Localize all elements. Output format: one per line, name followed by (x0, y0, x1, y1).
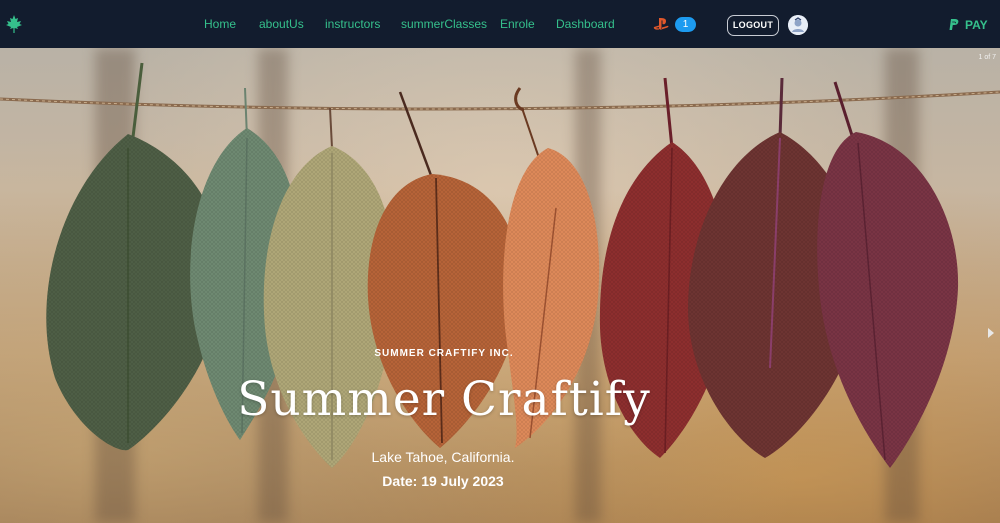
nav-link-home[interactable]: Home (204, 17, 236, 31)
leaf (817, 81, 959, 468)
rope (0, 90, 1000, 111)
user-avatar[interactable] (788, 15, 808, 35)
logout-button[interactable]: LOGOUT (727, 15, 779, 36)
playstation-icon[interactable] (653, 17, 669, 31)
hanging-leaves-image (0, 62, 1000, 468)
nav-link-instructors[interactable]: instructors (325, 17, 380, 31)
leaf (367, 91, 521, 448)
pay-label: PAY (965, 18, 988, 32)
nav-link-dashboard[interactable]: Dashboard (556, 17, 615, 31)
leaf (503, 87, 600, 448)
pay-button[interactable]: PAY (949, 17, 988, 33)
nav-link-enrole[interactable]: Enrole (500, 17, 535, 31)
navbar: Home aboutUs instructors summerClasses E… (0, 0, 1000, 48)
user-avatar-icon (788, 15, 808, 35)
cart-count-badge[interactable]: 1 (675, 17, 696, 32)
slide-counter: 1 of 7 (978, 54, 996, 61)
nav-link-about-us[interactable]: aboutUs (259, 17, 304, 31)
nav-menu: Home aboutUs instructors summerClasses E… (0, 0, 1000, 48)
paypal-icon (949, 19, 959, 30)
hero-slider: 1 of 7 SUMMER CRAFTIFY INC. Summer Craft… (0, 48, 1000, 523)
nav-link-summer-classes[interactable]: summerClasses (401, 17, 487, 31)
chevron-right-icon[interactable] (988, 328, 994, 338)
